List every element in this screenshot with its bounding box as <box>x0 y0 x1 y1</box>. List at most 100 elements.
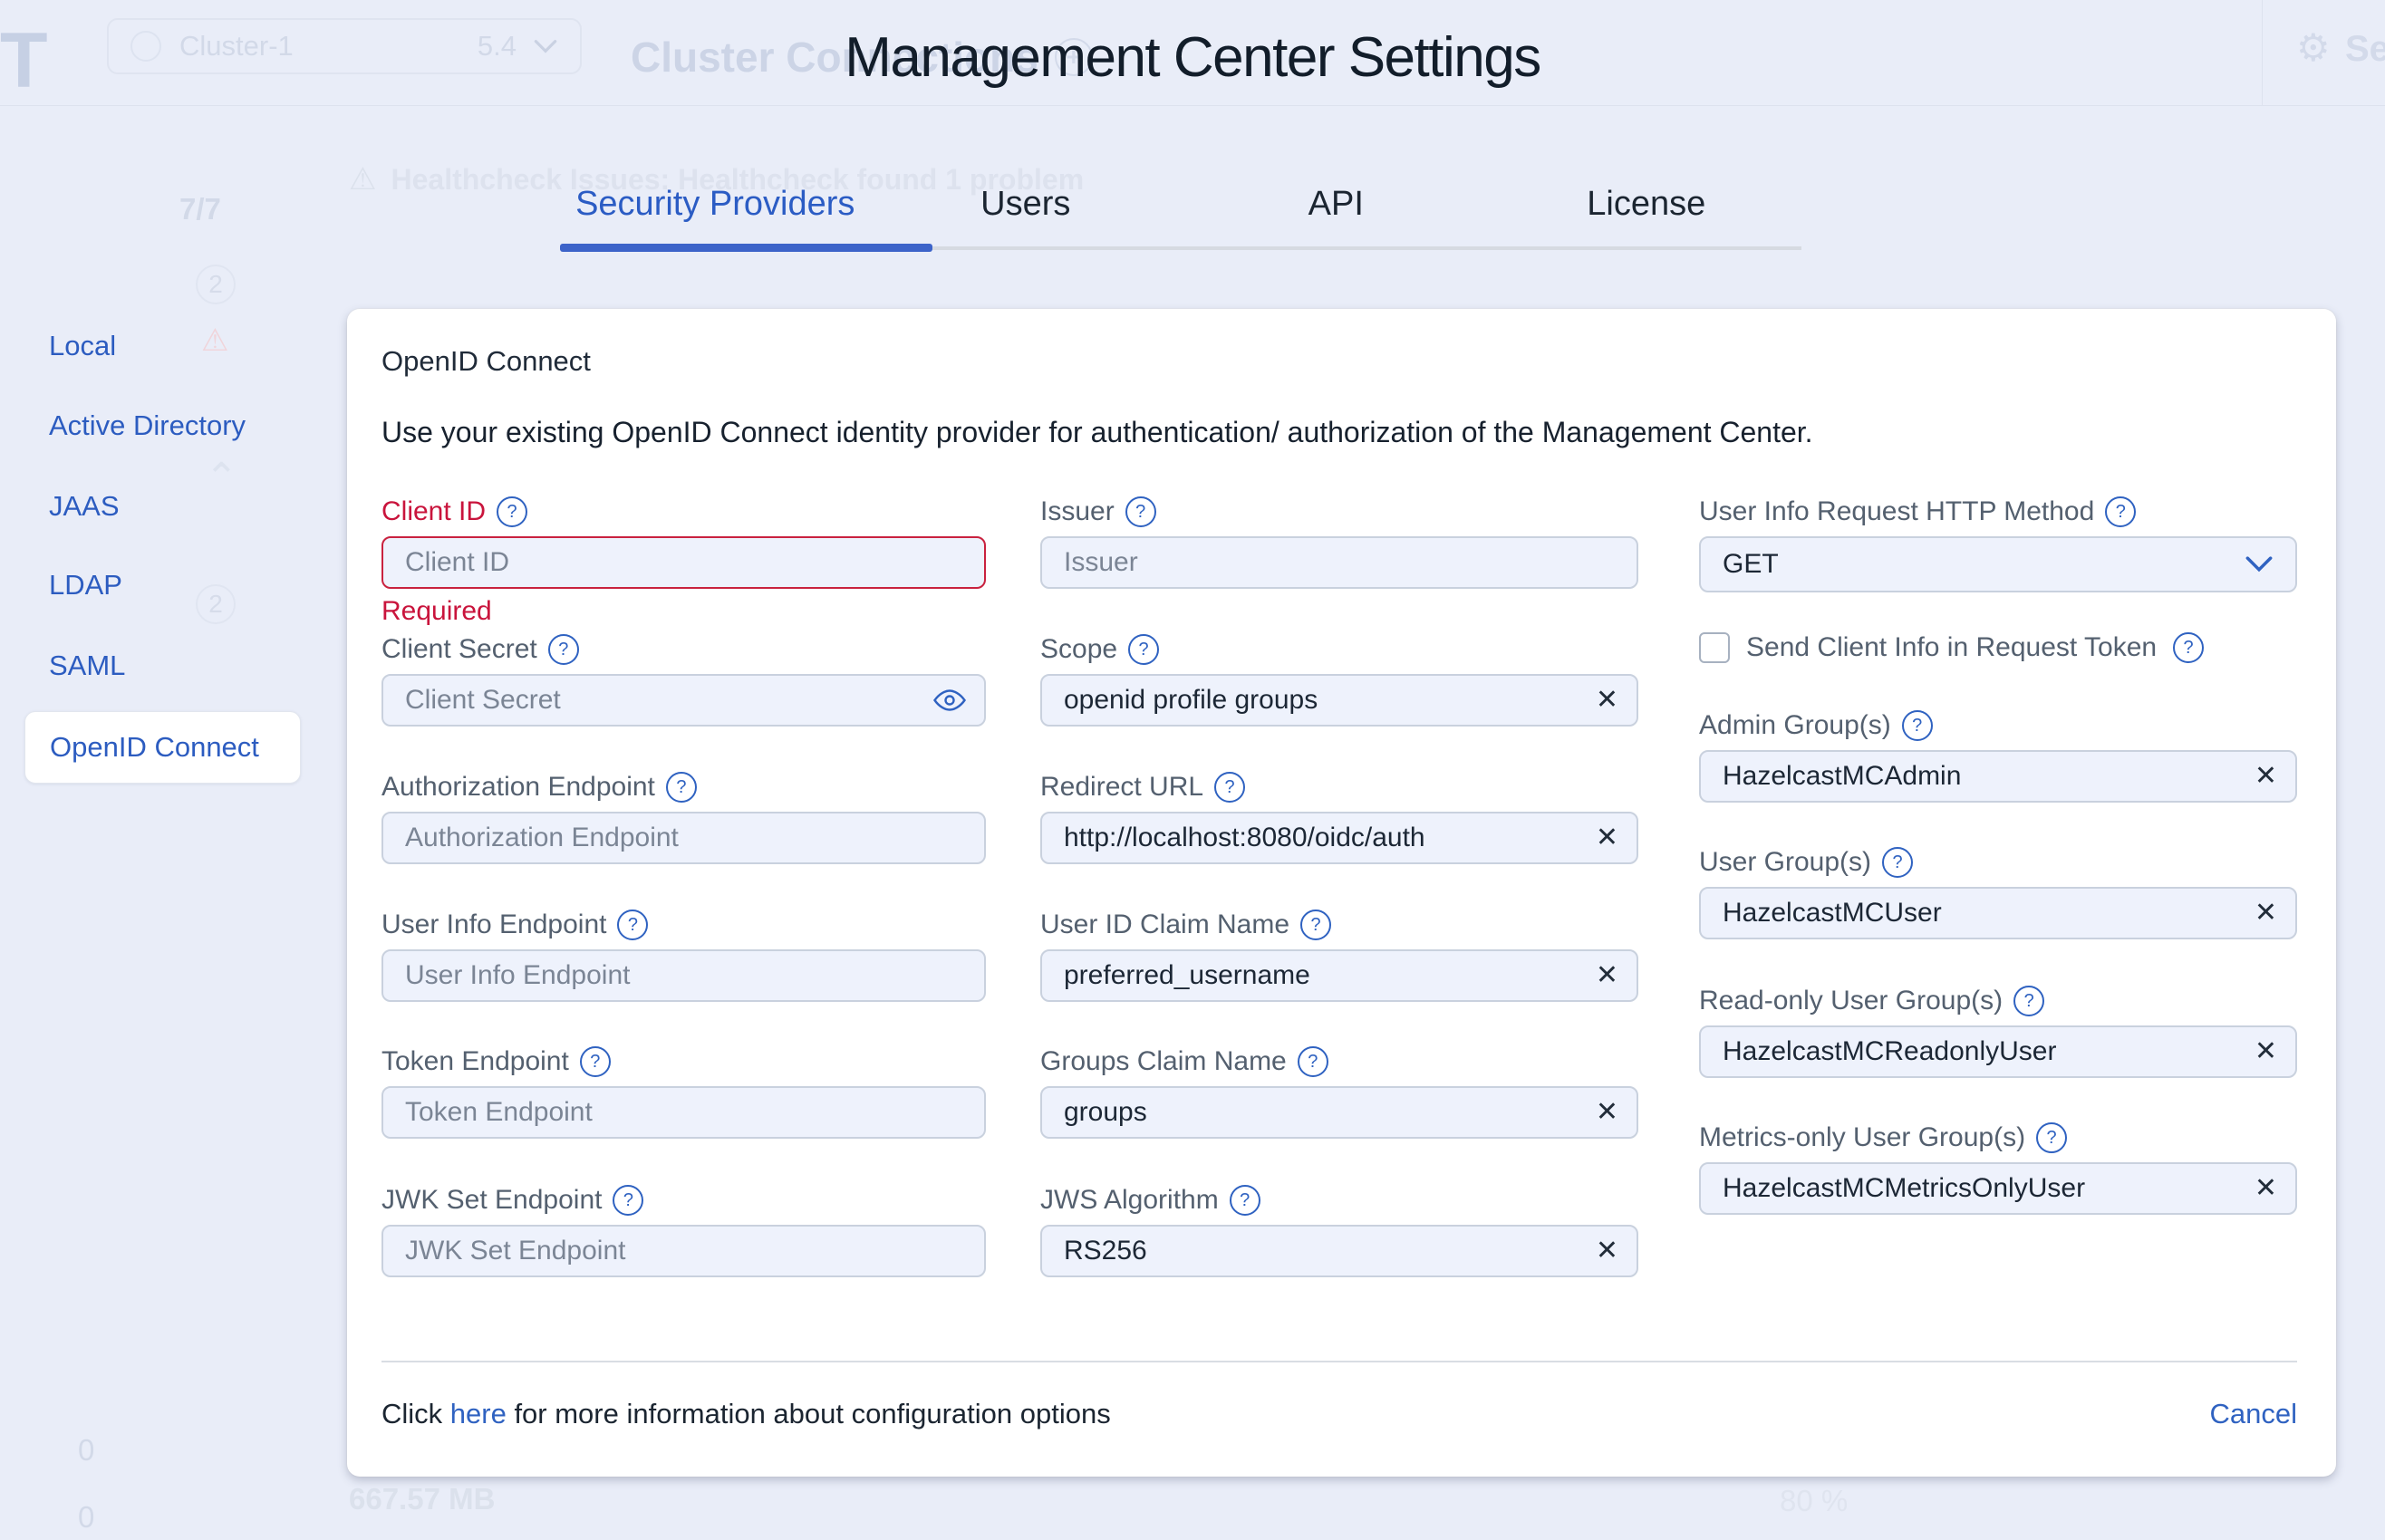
user-id-claim-name-input[interactable] <box>1040 949 1638 1002</box>
footer-info-text: Click here for more information about co… <box>381 1398 1111 1430</box>
eye-icon[interactable] <box>933 688 966 712</box>
help-icon[interactable]: ? <box>497 496 527 527</box>
sidebar-item-saml[interactable]: SAML <box>24 639 301 693</box>
help-icon[interactable]: ? <box>613 1185 643 1216</box>
scope-label: Scope <box>1040 634 1117 665</box>
security-providers-sidebar: Local Active Directory JAAS LDAP SAML Op… <box>24 0 305 1540</box>
backdrop-stat-memory: 667.57 MB <box>349 1482 495 1516</box>
help-icon[interactable]: ? <box>2105 496 2136 527</box>
token-endpoint-input[interactable] <box>381 1086 986 1139</box>
jws-algorithm-label: JWS Algorithm <box>1040 1185 1219 1216</box>
cancel-button[interactable]: Cancel <box>2210 1398 2298 1430</box>
panel-footer: Click here for more information about co… <box>381 1392 2297 1436</box>
sidebar-item-openid-connect[interactable]: OpenID Connect <box>24 711 301 784</box>
authorization-endpoint-input[interactable] <box>381 812 986 864</box>
help-icon[interactable]: ? <box>548 634 579 665</box>
scope-input[interactable] <box>1040 674 1638 727</box>
help-icon[interactable]: ? <box>1125 496 1156 527</box>
send-client-info-checkbox[interactable] <box>1699 632 1730 663</box>
footer-here-link[interactable]: here <box>450 1398 507 1429</box>
help-icon[interactable]: ? <box>1298 1046 1328 1077</box>
help-icon[interactable]: ? <box>1230 1185 1260 1216</box>
field-user-id-claim-name: User ID Claim Name? ✕ <box>1040 908 1638 1002</box>
tab-api[interactable]: API <box>1181 179 1492 252</box>
panel-heading: OpenID Connect <box>381 345 591 378</box>
send-client-info-label: Send Client Info in Request Token <box>1746 632 2157 663</box>
client-id-input[interactable] <box>381 536 986 589</box>
user-groups-label: User Group(s) <box>1699 847 1871 878</box>
issuer-label: Issuer <box>1040 496 1115 527</box>
user-info-endpoint-input[interactable] <box>381 949 986 1002</box>
jws-algorithm-input[interactable] <box>1040 1225 1638 1277</box>
client-secret-input[interactable] <box>381 674 986 727</box>
groups-claim-name-input[interactable] <box>1040 1086 1638 1139</box>
clear-icon[interactable]: ✕ <box>2255 1175 2277 1202</box>
help-icon[interactable]: ? <box>1882 847 1913 878</box>
help-icon[interactable]: ? <box>2173 632 2204 663</box>
admin-groups-label: Admin Group(s) <box>1699 710 1891 741</box>
clear-icon[interactable]: ✕ <box>1596 1237 1618 1265</box>
sidebar-item-jaas[interactable]: JAAS <box>24 479 301 534</box>
field-user-groups: User Group(s)? ✕ <box>1699 845 2297 939</box>
field-readonly-user-groups: Read-only User Group(s)? ✕ <box>1699 984 2297 1078</box>
backdrop-header-divider <box>0 105 2385 106</box>
field-authorization-endpoint: Authorization Endpoint? <box>381 770 986 864</box>
field-send-client-info: Send Client Info in Request Token ? <box>1699 632 2297 663</box>
metrics-only-user-groups-label: Metrics-only User Group(s) <box>1699 1122 2025 1153</box>
http-method-label: User Info Request HTTP Method <box>1699 496 2094 527</box>
field-scope: Scope? ✕ <box>1040 632 1638 727</box>
http-method-value: GET <box>1723 549 1779 580</box>
authorization-endpoint-label: Authorization Endpoint <box>381 772 655 803</box>
help-icon[interactable]: ? <box>1214 772 1245 803</box>
field-jwk-set-endpoint: JWK Set Endpoint? <box>381 1183 986 1277</box>
field-client-secret: Client Secret? <box>381 632 986 727</box>
settings-tabs: Security Providers Users API License <box>560 179 1801 252</box>
help-icon[interactable]: ? <box>666 772 697 803</box>
help-icon[interactable]: ? <box>2013 986 2044 1016</box>
clear-icon[interactable]: ✕ <box>1596 962 1618 989</box>
tab-users[interactable]: Users <box>871 179 1182 252</box>
field-issuer: Issuer? <box>1040 495 1638 589</box>
issuer-input[interactable] <box>1040 536 1638 589</box>
admin-groups-input[interactable] <box>1699 750 2297 803</box>
management-center-settings-page: T Cluster-1 5.4 Cluster Connections + ⚙ … <box>0 0 2385 1540</box>
field-token-endpoint: Token Endpoint? <box>381 1044 986 1139</box>
help-icon[interactable]: ? <box>1128 634 1159 665</box>
clear-icon[interactable]: ✕ <box>1596 1099 1618 1126</box>
clear-icon[interactable]: ✕ <box>1596 687 1618 714</box>
tab-active-underline <box>560 244 932 252</box>
metrics-only-user-groups-input[interactable] <box>1699 1162 2297 1215</box>
footer-divider <box>381 1361 2297 1362</box>
sidebar-item-active-directory[interactable]: Active Directory <box>24 399 301 453</box>
field-jws-algorithm: JWS Algorithm? ✕ <box>1040 1183 1638 1277</box>
help-icon[interactable]: ? <box>1300 910 1331 940</box>
sidebar-item-local[interactable]: Local <box>24 319 301 373</box>
clear-icon[interactable]: ✕ <box>2255 1038 2277 1065</box>
user-id-claim-name-label: User ID Claim Name <box>1040 910 1289 940</box>
redirect-url-label: Redirect URL <box>1040 772 1203 803</box>
help-icon[interactable]: ? <box>580 1046 611 1077</box>
redirect-url-input[interactable] <box>1040 812 1638 864</box>
field-admin-groups: Admin Group(s)? ✕ <box>1699 708 2297 803</box>
sidebar-item-ldap[interactable]: LDAP <box>24 558 301 612</box>
client-secret-label: Client Secret <box>381 634 537 665</box>
field-user-info-endpoint: User Info Endpoint? <box>381 908 986 1002</box>
field-redirect-url: Redirect URL? ✕ <box>1040 770 1638 864</box>
tab-security-providers[interactable]: Security Providers <box>560 179 871 252</box>
field-client-id: Client ID? Required <box>381 495 986 627</box>
warning-icon: ⚠ <box>349 161 376 197</box>
user-groups-input[interactable] <box>1699 887 2297 939</box>
jwk-set-endpoint-input[interactable] <box>381 1225 986 1277</box>
tab-license[interactable]: License <box>1492 179 1802 252</box>
http-method-select[interactable]: GET <box>1699 536 2297 592</box>
clear-icon[interactable]: ✕ <box>2255 763 2277 790</box>
readonly-user-groups-input[interactable] <box>1699 1025 2297 1078</box>
backdrop-stat-percent: 80 % <box>1780 1484 1848 1518</box>
help-icon[interactable]: ? <box>617 910 648 940</box>
client-id-required-message: Required <box>381 596 986 627</box>
clear-icon[interactable]: ✕ <box>2255 900 2277 927</box>
clear-icon[interactable]: ✕ <box>1596 824 1618 852</box>
help-icon[interactable]: ? <box>1902 710 1933 741</box>
panel-description: Use your existing OpenID Connect identit… <box>381 416 1813 449</box>
help-icon[interactable]: ? <box>2036 1122 2067 1153</box>
